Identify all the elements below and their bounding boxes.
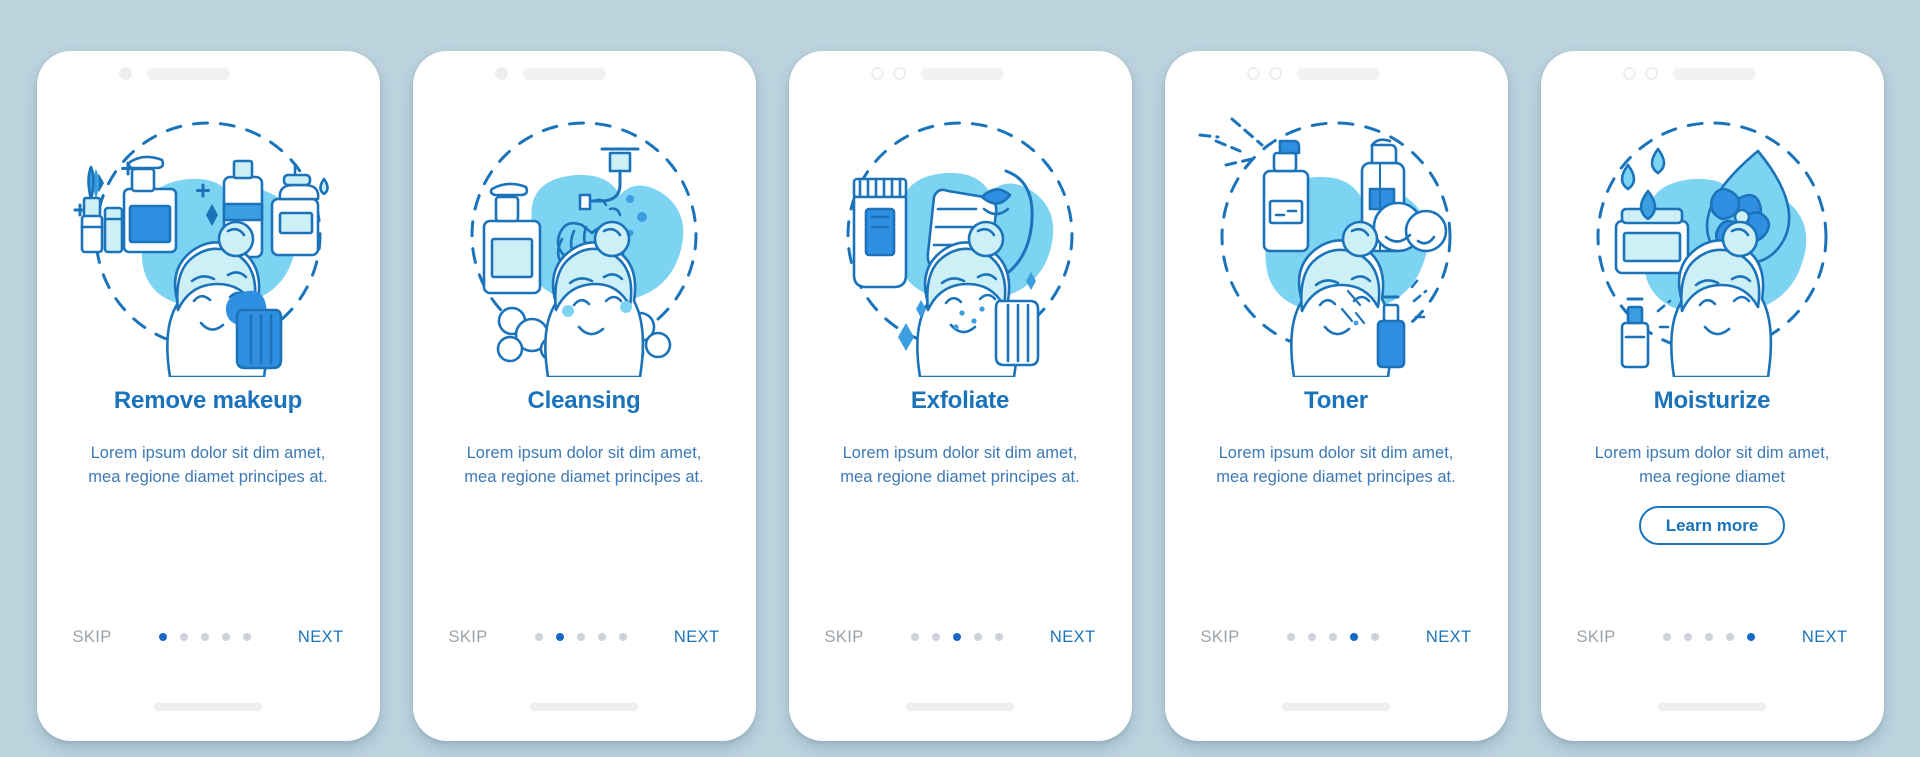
next-button[interactable]: NEXT [674, 628, 720, 647]
pagination-dot-1[interactable] [158, 633, 167, 641]
onboarding-screen-toner: Toner Lorem ipsum dolor sit dim amet, me… [1164, 50, 1508, 741]
pagination-dot-2[interactable] [1307, 633, 1316, 641]
pagination-dot-5[interactable] [994, 633, 1003, 641]
speaker-bar-icon [522, 67, 606, 80]
onboarding-nav: SKIP NEXT [789, 628, 1132, 647]
onboarding-nav: SKIP NEXT [37, 628, 380, 647]
page-title: Moisturize [1653, 386, 1771, 414]
page-title: Toner [1304, 386, 1368, 414]
onboarding-nav: SKIP NEXT [1541, 628, 1884, 647]
sensor-ring-icon [1268, 67, 1282, 80]
page-description: Lorem ipsum dolor sit dim amet, mea regi… [1594, 443, 1830, 486]
pagination-dots [158, 633, 251, 641]
illustration-remove-makeup [58, 105, 358, 377]
pagination-dot-1[interactable] [910, 633, 919, 641]
pagination-dot-4[interactable] [973, 633, 982, 641]
page-description: Lorem ipsum dolor sit dim amet, mea regi… [464, 443, 704, 486]
home-indicator [154, 702, 262, 711]
pagination-dot-4[interactable] [1725, 633, 1734, 641]
pagination-dot-3[interactable] [952, 633, 961, 641]
sensor-ring-icon [892, 67, 906, 80]
pagination-dot-1[interactable] [1286, 633, 1295, 641]
onboarding-screens-row: Remove makeup Lorem ipsum dolor sit dim … [0, 17, 1920, 741]
skip-button[interactable]: SKIP [73, 628, 112, 647]
pagination-dot-2[interactable] [179, 633, 188, 641]
home-indicator [1282, 702, 1390, 711]
illustration-cleansing [434, 105, 734, 377]
page-description: Lorem ipsum dolor sit dim amet, mea regi… [840, 443, 1080, 486]
speaker-bar-icon [1672, 67, 1756, 80]
next-button[interactable]: NEXT [1802, 628, 1848, 647]
onboarding-screen-remove-makeup: Remove makeup Lorem ipsum dolor sit dim … [36, 50, 380, 741]
onboarding-nav: SKIP NEXT [1165, 628, 1508, 647]
onboarding-screen-exfoliate: Exfoliate Lorem ipsum dolor sit dim amet… [788, 50, 1132, 741]
status-bar [789, 51, 1132, 97]
camera-ring-icon [1622, 67, 1636, 80]
pagination-dot-5[interactable] [1370, 633, 1379, 641]
pagination-dot-3[interactable] [576, 633, 585, 641]
next-button[interactable]: NEXT [298, 628, 344, 647]
home-indicator [530, 702, 638, 711]
pagination-dot-5[interactable] [618, 633, 627, 641]
page-title: Cleansing [527, 386, 641, 414]
home-indicator [1658, 702, 1766, 711]
camera-dot-icon [494, 67, 508, 80]
page-description: Lorem ipsum dolor sit dim amet, mea regi… [88, 443, 328, 486]
illustration-moisturize [1562, 105, 1862, 377]
status-bar [1165, 51, 1508, 97]
page-title: Remove makeup [113, 386, 303, 414]
sensor-ring-icon [1644, 67, 1658, 80]
pagination-dot-3[interactable] [1704, 633, 1713, 641]
speaker-bar-icon [1296, 67, 1380, 80]
page-description: Lorem ipsum dolor sit dim amet, mea regi… [1216, 443, 1456, 486]
pagination-dot-1[interactable] [1662, 633, 1671, 641]
pagination-dot-3[interactable] [1328, 633, 1337, 641]
pagination-dots [1286, 633, 1379, 641]
pagination-dot-4[interactable] [597, 633, 606, 641]
skip-button[interactable]: SKIP [1201, 628, 1240, 647]
home-indicator [906, 702, 1014, 711]
pagination-dot-2[interactable] [931, 633, 940, 641]
pagination-dot-3[interactable] [200, 633, 209, 641]
camera-ring-icon [1246, 67, 1260, 80]
learn-more-button[interactable]: Learn more [1638, 506, 1786, 545]
next-button[interactable]: NEXT [1426, 628, 1472, 647]
pagination-dot-5[interactable] [1746, 633, 1755, 641]
illustration-exfoliate [810, 105, 1110, 377]
pagination-dots [910, 633, 1003, 641]
status-bar [1541, 51, 1884, 97]
speaker-bar-icon [146, 67, 230, 80]
onboarding-screen-cleansing: Cleansing Lorem ipsum dolor sit dim amet… [412, 50, 756, 741]
onboarding-nav: SKIP NEXT [413, 628, 756, 647]
pagination-dot-2[interactable] [1683, 633, 1692, 641]
pagination-dot-5[interactable] [242, 633, 251, 641]
skip-button[interactable]: SKIP [1577, 628, 1616, 647]
camera-ring-icon [870, 67, 884, 80]
page-title: Exfoliate [910, 386, 1010, 414]
pagination-dot-4[interactable] [221, 633, 230, 641]
pagination-dots [534, 633, 627, 641]
next-button[interactable]: NEXT [1050, 628, 1096, 647]
skip-button[interactable]: SKIP [825, 628, 864, 647]
onboarding-screen-moisturize: Moisturize Lorem ipsum dolor sit dim ame… [1540, 50, 1884, 741]
pagination-dot-4[interactable] [1349, 633, 1358, 641]
illustration-toner [1186, 105, 1486, 377]
pagination-dots [1662, 633, 1755, 641]
skip-button[interactable]: SKIP [449, 628, 488, 647]
pagination-dot-1[interactable] [534, 633, 543, 641]
speaker-bar-icon [920, 67, 1004, 80]
status-bar [413, 51, 756, 97]
pagination-dot-2[interactable] [555, 633, 564, 641]
status-bar [37, 51, 380, 97]
camera-dot-icon [118, 67, 132, 80]
